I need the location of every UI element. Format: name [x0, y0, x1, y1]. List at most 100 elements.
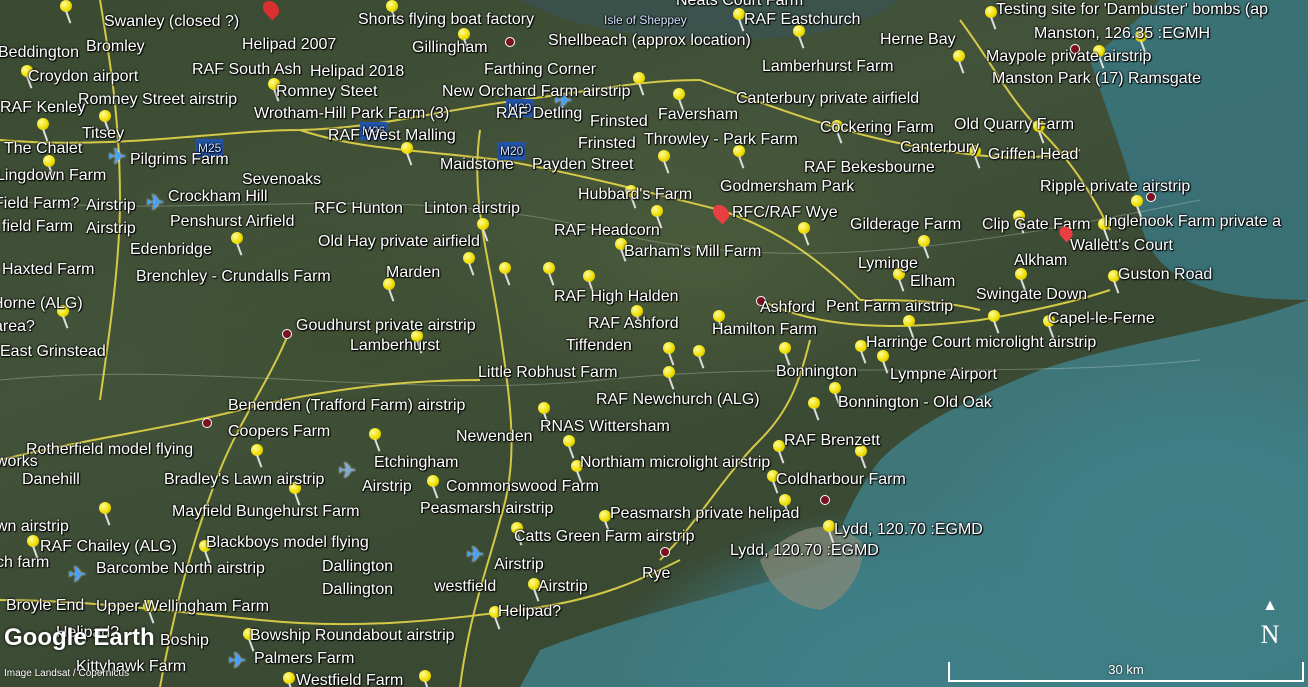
map-label[interactable]: Brenchley - Crundalls Farm [136, 268, 331, 286]
map-label[interactable]: Haxted Farm [2, 261, 94, 279]
map-label[interactable]: Dallington [322, 581, 393, 599]
map-label[interactable]: Penshurst Airfield [170, 213, 295, 231]
map-label[interactable]: RFC/RAF Wye [732, 204, 838, 222]
placemark-pin[interactable] [805, 397, 823, 423]
map-label[interactable]: Commonswood Farm [446, 478, 599, 496]
map-label[interactable]: Beddington [0, 44, 79, 62]
map-label[interactable]: Gillingham [412, 39, 488, 57]
map-label[interactable]: Herne Bay [880, 31, 956, 49]
map-label[interactable]: Faversham [658, 106, 738, 124]
map-label[interactable]: Farthing Corner [484, 61, 596, 79]
map-label[interactable]: Airstrip [538, 578, 588, 596]
airport-icon[interactable]: ✈ [466, 542, 484, 568]
map-label[interactable]: Edenbridge [130, 241, 212, 259]
map-label[interactable]: Cockering Farm [820, 119, 934, 137]
map-label[interactable]: Boship [160, 632, 209, 650]
map-label[interactable]: Westfield Farm [296, 672, 403, 687]
map-label[interactable]: Barham's Mill Farm [624, 243, 761, 261]
map-label[interactable]: Coopers Farm [228, 423, 330, 441]
map-label[interactable]: Helipad 2007 [242, 36, 336, 54]
map-label[interactable]: Coldharbour Farm [776, 471, 906, 489]
map-label[interactable]: Harringe Court microlight airstrip [866, 334, 1096, 352]
map-label[interactable]: Clip Gate Farm [982, 216, 1090, 234]
town-marker[interactable] [505, 37, 515, 47]
placemark-pin[interactable] [398, 142, 416, 168]
map-label[interactable]: Lamberhurst [350, 337, 440, 355]
map-label[interactable]: Bromley [86, 38, 145, 56]
town-marker[interactable] [282, 329, 292, 339]
map-label[interactable]: Lydd, 120.70 :EGMD [834, 521, 983, 539]
map-label[interactable]: Mayfield Bungehurst Farm [172, 503, 360, 521]
map-label[interactable]: wn airstrip [0, 518, 69, 536]
map-label[interactable]: Capel-le-Ferne [1048, 310, 1155, 328]
map-label[interactable]: field Farm [2, 218, 73, 236]
map-label[interactable]: Swingate Down [976, 286, 1087, 304]
map-label[interactable]: Neats Court Farm [676, 0, 803, 10]
map-label[interactable]: Maidstone [440, 156, 514, 174]
map-label[interactable]: RAF Detling [496, 105, 582, 123]
map-label[interactable]: Newenden [456, 428, 533, 446]
map-label[interactable]: Elham [910, 273, 955, 291]
map-label[interactable]: Wallett's Court [1070, 237, 1173, 255]
map-label[interactable]: RAF Kenley [0, 99, 85, 117]
map-label[interactable]: Romney Steet [276, 83, 377, 101]
placemark-pin[interactable] [660, 342, 678, 368]
map-label[interactable]: RAF South Ash [192, 61, 301, 79]
map-label[interactable]: area? [0, 318, 35, 336]
map-label[interactable]: Old Hay private airfield [318, 233, 480, 251]
map-label[interactable]: Manston, 126.35 :EGMH [1034, 25, 1210, 43]
town-marker[interactable] [202, 418, 212, 428]
map-label[interactable]: Swanley (closed ?) [104, 13, 239, 31]
map-label[interactable]: Lyminge [858, 255, 918, 273]
map-label[interactable]: Sevenoaks [242, 171, 321, 189]
map-label[interactable]: Canterbury private airfield [736, 90, 919, 108]
placemark-pin[interactable] [985, 310, 1003, 336]
map-label[interactable]: Croydon airport [28, 68, 138, 86]
map-label[interactable]: Danehill [22, 471, 80, 489]
map-label[interactable]: Bonnington - Old Oak [838, 394, 992, 412]
placemark-pin[interactable] [424, 475, 442, 501]
map-label[interactable]: Airstrip [86, 220, 136, 238]
map-label[interactable]: Titsey [82, 125, 124, 143]
map-label[interactable]: Marden [386, 264, 440, 282]
map-label[interactable]: East Grinstead [0, 343, 106, 361]
map-label[interactable]: Catts Green Farm airstrip [514, 528, 694, 546]
map-label[interactable]: Rye [642, 565, 670, 583]
map-label[interactable]: Bowship Roundabout airstrip [250, 627, 455, 645]
map-label[interactable]: Airstrip [86, 197, 136, 215]
map-label[interactable]: Upper Wellingham Farm [96, 598, 269, 616]
map-label[interactable]: Dallington [322, 558, 393, 576]
map-label[interactable]: Lamberhurst Farm [762, 58, 894, 76]
map-label[interactable]: Frinsted [590, 113, 648, 131]
map-label[interactable]: Lympne Airport [890, 366, 997, 384]
map-label[interactable]: Benenden (Trafford Farm) airstrip [228, 397, 465, 415]
placemark-pin[interactable] [248, 444, 266, 470]
placemark-pin[interactable] [690, 345, 708, 371]
placemark-pin[interactable] [560, 435, 578, 461]
map-label[interactable]: westfield [434, 578, 496, 596]
map-label[interactable]: Frinsted [578, 135, 636, 153]
map-label[interactable]: Ripple private airstrip [1040, 178, 1190, 196]
map-label[interactable]: Gilderage Farm [850, 216, 961, 234]
map-label[interactable]: Guston Road [1118, 266, 1212, 284]
map-label[interactable]: Testing site for 'Dambuster' bombs (ap [996, 1, 1268, 19]
map-label[interactable]: Old Quarry Farm [954, 116, 1074, 134]
placemark-pin[interactable] [96, 502, 114, 528]
map-label[interactable]: Blackboys model flying [206, 534, 369, 552]
placemark-pin[interactable] [950, 50, 968, 76]
placemark-pin[interactable] [366, 428, 384, 454]
map-label[interactable]: Manston Park (17) Ramsgate [992, 70, 1201, 88]
map-label[interactable]: Alkham [1014, 252, 1067, 270]
map-label[interactable]: Helipad 2018 [310, 63, 404, 81]
map-label[interactable]: Hubbard's Farm [578, 186, 692, 204]
map-label[interactable]: Rotherfield model flying [26, 441, 193, 459]
map-label[interactable]: Payden Street [532, 156, 633, 174]
map-label[interactable]: Palmers Farm [254, 650, 354, 668]
map-label[interactable]: RAF Headcorn [554, 222, 660, 240]
map-label[interactable]: Bradley's Lawn airstrip [164, 471, 324, 489]
town-marker[interactable] [660, 547, 670, 557]
placemark-pin[interactable] [630, 72, 648, 98]
map-label[interactable]: Northiam microlight airstrip [580, 454, 770, 472]
map-label[interactable]: Little Robhust Farm [478, 364, 618, 382]
map-label[interactable]: ch farm [0, 554, 49, 572]
